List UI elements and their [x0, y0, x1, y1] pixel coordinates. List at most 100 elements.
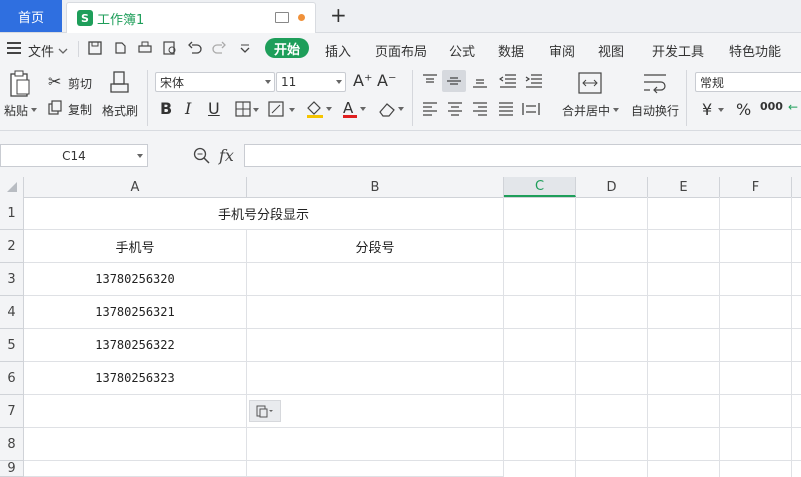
format-painter-icon[interactable]: [110, 70, 130, 98]
formula-input[interactable]: [244, 144, 801, 167]
decrease-font-icon[interactable]: A⁻: [377, 71, 396, 90]
cell-b8[interactable]: [247, 428, 504, 461]
document-tab[interactable]: S 工作簿1: [66, 2, 316, 33]
align-top-icon[interactable]: [422, 74, 438, 88]
monitor-icon[interactable]: [275, 12, 289, 23]
column-header-a[interactable]: A: [24, 177, 247, 197]
cell-b5[interactable]: [247, 329, 504, 362]
cell-b9[interactable]: [247, 461, 504, 477]
column-header-f[interactable]: F: [720, 177, 792, 197]
function-icon[interactable]: fx: [219, 146, 234, 165]
paste-options-button[interactable]: [249, 400, 281, 422]
menu-special-features[interactable]: 特色功能: [729, 41, 781, 60]
increase-font-icon[interactable]: A⁺: [353, 71, 372, 90]
cell-b6[interactable]: [247, 362, 504, 395]
copy-button[interactable]: 复制: [68, 101, 92, 118]
chevron-down-icon[interactable]: [718, 108, 724, 112]
header-cell-a2[interactable]: 手机号: [24, 230, 247, 263]
row-header-2[interactable]: 2: [0, 230, 24, 263]
save-icon[interactable]: [88, 41, 102, 55]
chevron-down-icon[interactable]: [613, 108, 619, 112]
paste-button[interactable]: 粘贴: [4, 102, 28, 119]
hamburger-icon[interactable]: [7, 42, 21, 54]
export-icon[interactable]: [113, 41, 127, 55]
menu-start[interactable]: 开始: [265, 38, 309, 58]
cell-a7[interactable]: [24, 395, 247, 428]
wrap-text-button[interactable]: 自动换行: [631, 102, 679, 119]
fill-style-icon[interactable]: [268, 101, 296, 117]
menu-view[interactable]: 视图: [598, 41, 624, 60]
eraser-icon[interactable]: [378, 100, 406, 118]
font-color-icon[interactable]: A: [341, 99, 369, 119]
home-tab[interactable]: 首页: [0, 0, 62, 32]
menu-file[interactable]: 文件: [28, 41, 54, 60]
cell-b7[interactable]: [247, 395, 504, 428]
select-all-corner[interactable]: [0, 177, 24, 197]
menu-data[interactable]: 数据: [498, 41, 524, 60]
phone-cell-a3[interactable]: 13780256320: [24, 263, 247, 296]
menu-formulas[interactable]: 公式: [449, 41, 475, 60]
undo-icon[interactable]: [188, 41, 202, 55]
zoom-search-icon[interactable]: [193, 147, 211, 165]
font-name-select[interactable]: 宋体: [155, 72, 275, 92]
title-cell-a1[interactable]: 手机号分段显示: [24, 197, 504, 230]
row-header-7[interactable]: 7: [0, 395, 24, 428]
cell-b3[interactable]: [247, 263, 504, 296]
phone-cell-a5[interactable]: 13780256322: [24, 329, 247, 362]
align-center-icon[interactable]: [447, 102, 463, 116]
column-header-e[interactable]: E: [648, 177, 720, 197]
column-header-c[interactable]: C: [504, 177, 576, 197]
increase-indent-icon[interactable]: [525, 74, 543, 88]
font-size-select[interactable]: 11: [276, 72, 346, 92]
thousands-separator-icon[interactable]: 000: [760, 100, 783, 113]
align-middle-button[interactable]: [442, 70, 466, 92]
align-left-icon[interactable]: [422, 102, 438, 116]
print-icon[interactable]: [138, 41, 152, 55]
merge-center-icon[interactable]: [578, 72, 602, 94]
currency-icon[interactable]: ¥: [702, 100, 712, 119]
justify-icon[interactable]: [498, 102, 514, 116]
row-header-5[interactable]: 5: [0, 329, 24, 362]
cut-button[interactable]: 剪切: [68, 75, 92, 92]
menu-review[interactable]: 审阅: [549, 41, 575, 60]
cell-a8[interactable]: [24, 428, 247, 461]
menu-page-layout[interactable]: 页面布局: [375, 41, 427, 60]
scissors-icon[interactable]: ✂: [48, 72, 61, 91]
paste-icon[interactable]: [9, 70, 31, 98]
print-preview-icon[interactable]: [163, 41, 177, 55]
wrap-text-icon[interactable]: [643, 72, 667, 94]
decrease-indent-icon[interactable]: [499, 74, 517, 88]
row-header-8[interactable]: 8: [0, 428, 24, 461]
border-icon[interactable]: [235, 101, 259, 117]
copy-icon[interactable]: [48, 100, 63, 115]
phone-cell-a6[interactable]: 13780256323: [24, 362, 247, 395]
name-box[interactable]: C14: [0, 144, 148, 167]
column-header-b[interactable]: B: [247, 177, 504, 197]
new-tab-button[interactable]: +: [330, 3, 347, 27]
empty-cells-c-f[interactable]: [504, 197, 801, 477]
row-header-4[interactable]: 4: [0, 296, 24, 329]
bold-icon[interactable]: B: [160, 99, 172, 118]
underline-icon[interactable]: U: [208, 99, 220, 118]
row-header-9[interactable]: 9: [0, 461, 24, 477]
merge-center-button[interactable]: 合并居中: [562, 102, 610, 119]
column-header-d[interactable]: D: [576, 177, 648, 197]
chevron-down-icon[interactable]: [58, 44, 68, 58]
row-header-6[interactable]: 6: [0, 362, 24, 395]
menu-developer[interactable]: 开发工具: [652, 41, 704, 60]
italic-icon[interactable]: I: [185, 99, 191, 118]
align-bottom-icon[interactable]: [472, 74, 488, 88]
percent-icon[interactable]: %: [736, 100, 751, 119]
chevron-down-icon[interactable]: [31, 108, 37, 112]
row-header-3[interactable]: 3: [0, 263, 24, 296]
format-painter-button[interactable]: 格式刷: [102, 102, 138, 119]
menu-insert[interactable]: 插入: [325, 41, 351, 60]
row-header-1[interactable]: 1: [0, 197, 24, 230]
redo-icon[interactable]: [212, 41, 226, 55]
phone-cell-a4[interactable]: 13780256321: [24, 296, 247, 329]
customize-dropdown-icon[interactable]: [238, 41, 252, 55]
header-cell-b2[interactable]: 分段号: [247, 230, 504, 263]
number-format-select[interactable]: 常规: [695, 72, 801, 92]
align-right-icon[interactable]: [472, 102, 488, 116]
fill-color-icon[interactable]: [305, 100, 333, 118]
